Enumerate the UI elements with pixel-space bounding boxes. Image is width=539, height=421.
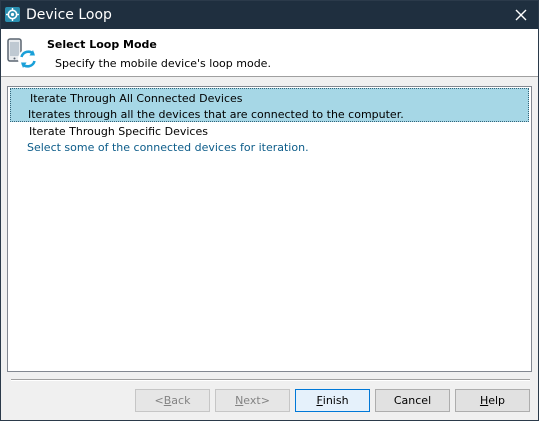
cancel-button[interactable]: Cancel	[375, 389, 450, 412]
list-item-all-devices[interactable]: Iterate Through All Connected Devices It…	[10, 88, 529, 122]
next-button[interactable]: Next >	[215, 389, 290, 412]
next-mnemonic: N	[235, 394, 244, 407]
window-title: Device Loop	[26, 7, 112, 23]
device-refresh-icon	[6, 37, 40, 71]
back-button[interactable]: < Back	[135, 389, 210, 412]
list-item-title: Iterate Through Specific Devices	[29, 125, 208, 138]
device-loop-dialog: Device Loop Select Loop Mode Specify the…	[0, 0, 539, 421]
close-icon	[515, 9, 527, 21]
cancel-label: Cancel	[393, 394, 432, 407]
list-item-title: Iterate Through All Connected Devices	[30, 92, 243, 105]
back-prefix: <	[154, 394, 164, 407]
list-item-description: Select some of the connected devices for…	[27, 141, 309, 154]
next-suffix: >	[260, 394, 270, 407]
loop-mode-list[interactable]: Iterate Through All Connected Devices It…	[7, 86, 532, 372]
separator	[11, 379, 530, 381]
page-title: Select Loop Mode	[47, 38, 157, 51]
back-rest: ack	[171, 394, 191, 407]
list-item-specific-devices[interactable]: Iterate Through Specific Devices Select …	[10, 122, 529, 156]
wizard-header: Select Loop Mode Specify the mobile devi…	[1, 29, 538, 77]
title-bar[interactable]: Device Loop	[1, 1, 538, 29]
help-rest: elp	[488, 394, 506, 407]
page-subtitle: Specify the mobile device's loop mode.	[55, 57, 271, 70]
help-button[interactable]: Help	[455, 389, 530, 412]
list-item-description: Iterates through all the devices that ar…	[28, 108, 404, 121]
close-button[interactable]	[504, 1, 538, 29]
help-mnemonic: H	[479, 394, 489, 407]
finish-rest: inish	[322, 394, 349, 407]
next-rest: ext	[243, 394, 261, 407]
app-gear-icon	[5, 7, 20, 22]
back-mnemonic: B	[163, 394, 172, 407]
finish-button[interactable]: Finish	[295, 389, 370, 412]
